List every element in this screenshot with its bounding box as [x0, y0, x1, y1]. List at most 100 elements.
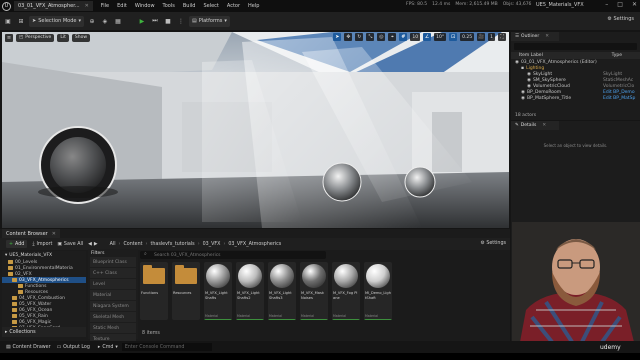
angle-snap-value[interactable]: 10°	[434, 33, 447, 41]
type-column[interactable]: Type	[612, 53, 622, 58]
details-tab[interactable]: ✎ Details ✕	[511, 121, 559, 130]
content-browser-settings[interactable]: ⚙ Settings	[480, 241, 506, 246]
menu-actor[interactable]: Actor	[227, 3, 240, 9]
filter-item[interactable]: Blueprint Class	[90, 257, 136, 267]
angle-snap-icon[interactable]: ∠	[423, 33, 432, 41]
filter-item[interactable]: Niagara System	[90, 301, 136, 311]
asset-tile[interactable]: Functions	[140, 262, 168, 320]
breadcrumb-item[interactable]: 03_VFX_Atmospherics	[228, 242, 281, 247]
menu-file[interactable]: File	[101, 3, 109, 9]
selection-mode-dropdown[interactable]: ➤ Selection Mode ▾	[29, 15, 84, 27]
asset-search-placeholder: Search 03_VFX_Atmospherics	[154, 252, 221, 258]
asset-tile[interactable]: M_VFX_Light Shafts3 Material	[268, 262, 296, 320]
viewport-options-icon[interactable]: ≡	[5, 33, 13, 42]
folder-icon[interactable]: ▪	[521, 66, 524, 71]
asset-tile[interactable]: M_VFX_Light Shafts2 Material	[236, 262, 264, 320]
breadcrumb-item[interactable]: All	[110, 242, 116, 247]
outliner-tab[interactable]: ☰ Outliner ✕	[511, 32, 559, 41]
browse-icon[interactable]: ⊞	[16, 16, 26, 26]
breadcrumb-item[interactable]: thaslevfx_tutorials	[150, 242, 194, 247]
eye-icon[interactable]: ◉	[515, 60, 519, 65]
close-window-icon[interactable]: ✕	[632, 1, 637, 8]
console-command-input[interactable]: Enter Console Command	[121, 343, 212, 351]
cinematics-icon[interactable]: ▦	[113, 16, 123, 26]
camera-speed-value[interactable]: 1	[488, 33, 495, 41]
asset-tile[interactable]: M_VFX_Light Shafts Material	[204, 262, 232, 320]
asset-tile[interactable]: Resources	[172, 262, 200, 320]
selection-mode-label: Selection Mode	[38, 18, 77, 24]
add-button[interactable]: + Add	[6, 240, 28, 248]
eye-icon[interactable]: ◉	[527, 72, 531, 77]
minimize-icon[interactable]: –	[605, 1, 608, 8]
close-icon[interactable]: ✕	[542, 123, 546, 128]
asset-tile[interactable]: MI_Demo_LightShaft Material	[364, 262, 392, 320]
outliner-row-type[interactable]: Edit BP_Demo	[603, 90, 635, 95]
level-viewport[interactable]: ≡ ◰ Perspective Lit Show ➤ ✥ ↻ ⤡ ◎ ⌖ # 1…	[2, 32, 509, 228]
surface-snap-icon[interactable]: ⌖	[388, 33, 397, 41]
filter-item[interactable]: Level	[90, 279, 136, 289]
blueprint-icon[interactable]: ◈	[100, 16, 110, 26]
settings-button[interactable]: ⚙ Settings	[607, 16, 634, 22]
grid-snap-value[interactable]: 10	[410, 33, 421, 41]
menu-tools[interactable]: Tools	[163, 3, 175, 9]
level-tab[interactable]: 03_01_VFX_Atmospher... ✕	[14, 1, 93, 11]
scale-snap-value[interactable]: 0.25	[460, 33, 475, 41]
platforms-button[interactable]: ▤ Platforms ▾	[188, 15, 230, 27]
translate-icon[interactable]: ✥	[344, 33, 353, 41]
content-browser-tab[interactable]: Content Browser ✕	[2, 229, 60, 238]
rotate-icon[interactable]: ↻	[355, 33, 364, 41]
save-all-button[interactable]: ▣ Save All	[57, 242, 83, 247]
filter-item[interactable]: Skeletal Mesh	[90, 312, 136, 322]
filter-item[interactable]: Material	[90, 290, 136, 300]
asset-search-input[interactable]: ⌕ Search 03_VFX_Atmospherics	[140, 251, 326, 259]
outliner-row-type[interactable]: Edit BP_MatSp	[603, 96, 635, 101]
asset-tile[interactable]: M_VFX_Mask Noises Material	[300, 262, 328, 320]
menu-select[interactable]: Select	[203, 3, 218, 9]
nav-back-icon[interactable]: ◀	[88, 242, 92, 247]
menu-build[interactable]: Build	[183, 3, 196, 9]
tree-root[interactable]: ▾ UE5_Materials_VFX	[2, 251, 86, 259]
maximize-icon[interactable]: □	[617, 1, 623, 8]
view-mode-button[interactable]: Lit	[57, 33, 69, 42]
filter-item[interactable]: Static Mesh	[90, 323, 136, 333]
more-options-icon[interactable]: ⋮	[176, 16, 186, 26]
maximize-viewport-icon[interactable]: ⛶	[498, 33, 506, 41]
add-actor-icon[interactable]: ⊕	[87, 16, 97, 26]
grid-snap-icon[interactable]: #	[399, 33, 408, 41]
world-icon[interactable]: ◎	[377, 33, 386, 41]
outliner-search-input[interactable]	[514, 43, 637, 50]
eye-icon[interactable]: ◉	[521, 90, 525, 95]
eye-icon[interactable]: ◉	[527, 84, 531, 89]
menu-window[interactable]: Window	[135, 3, 155, 9]
menu-help[interactable]: Help	[248, 3, 259, 9]
camera-speed-icon[interactable]: 🎥	[477, 33, 486, 41]
menu-edit[interactable]: Edit	[117, 3, 127, 9]
play-icon[interactable]: ▶	[137, 16, 147, 26]
asset-tile[interactable]: M_VFX_Fog Plane Material	[332, 262, 360, 320]
perspective-button[interactable]: ◰ Perspective	[16, 33, 55, 42]
nav-forward-icon[interactable]: ▶	[94, 242, 98, 247]
scale-icon[interactable]: ⤡	[366, 33, 375, 41]
filter-item[interactable]: C++ Class	[90, 268, 136, 278]
item-label-column[interactable]: Item Label	[519, 53, 543, 58]
breadcrumb-item[interactable]: Content	[123, 242, 142, 247]
collections-header[interactable]: ▸ Collections	[2, 327, 86, 337]
output-log-button[interactable]: ▭ Output Log	[57, 345, 90, 350]
step-icon[interactable]: ⏭	[150, 16, 160, 26]
save-icon[interactable]: ▣	[3, 16, 13, 26]
select-tool-icon[interactable]: ➤	[333, 33, 342, 41]
content-drawer-button[interactable]: ▤ Content Drawer	[6, 345, 51, 350]
close-icon[interactable]: ✕	[545, 34, 549, 39]
show-button[interactable]: Show	[71, 33, 91, 42]
import-button[interactable]: ⤓ Import	[32, 241, 52, 248]
eye-icon[interactable]: ◉	[527, 78, 531, 83]
breadcrumb-item[interactable]: 03_VFX	[203, 242, 221, 247]
close-icon[interactable]: ✕	[52, 231, 56, 237]
stop-icon[interactable]: ■	[163, 16, 173, 26]
outliner-row[interactable]: ◉ BP_MatSphere_Title Edit BP_MatSp	[511, 95, 640, 101]
cmd-dropdown[interactable]: ▸ Cmd ▾	[98, 345, 118, 350]
scale-snap-icon[interactable]: ⊡	[449, 33, 458, 41]
unreal-logo-icon[interactable]: U	[2, 1, 11, 11]
eye-icon[interactable]: ◉	[521, 96, 525, 101]
close-icon[interactable]: ✕	[85, 3, 89, 9]
